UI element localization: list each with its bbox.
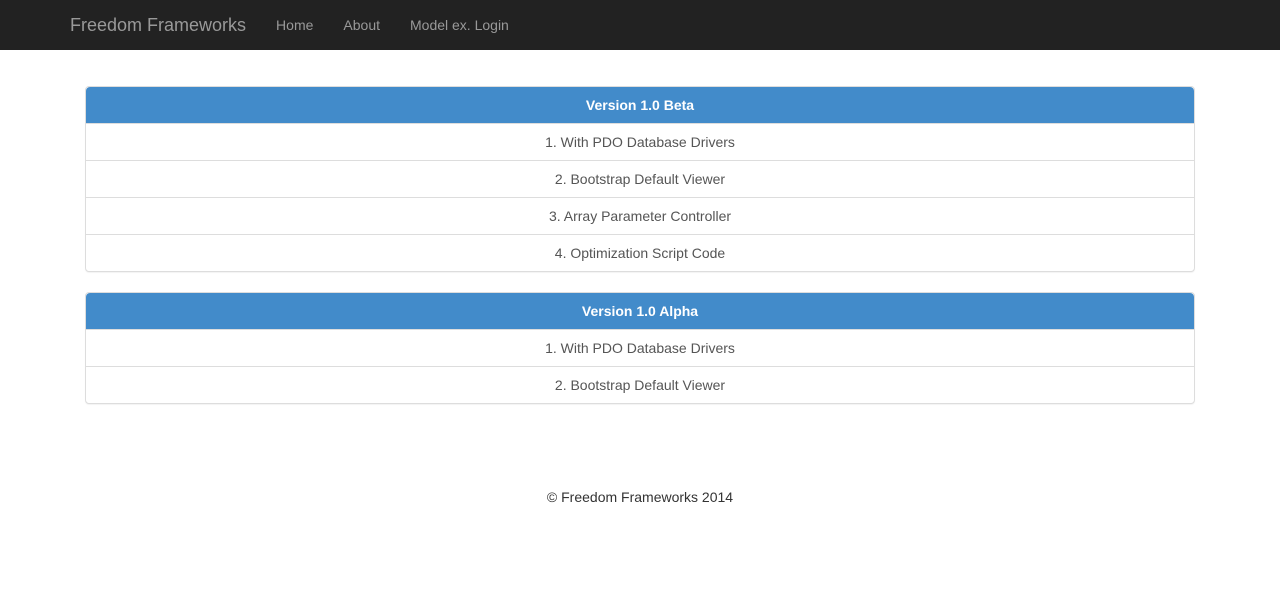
panel-version-beta: Version 1.0 Beta 1. With PDO Database Dr… [85,86,1195,272]
list-item: 1. With PDO Database Drivers [86,123,1194,160]
list-item: 3. Array Parameter Controller [86,197,1194,234]
feature-list: 1. With PDO Database Drivers 2. Bootstra… [86,329,1194,403]
list-item: 4. Optimization Script Code [86,234,1194,271]
nav-link-about[interactable]: About [328,0,395,50]
feature-list: 1. With PDO Database Drivers 2. Bootstra… [86,123,1194,271]
panel-heading: Version 1.0 Beta [86,87,1194,123]
list-item: 1. With PDO Database Drivers [86,329,1194,366]
nav-link-model-ex-login[interactable]: Model ex. Login [395,0,524,50]
panel-version-alpha: Version 1.0 Alpha 1. With PDO Database D… [85,292,1195,404]
nav-link-home[interactable]: Home [261,0,328,50]
panel-heading: Version 1.0 Alpha [86,293,1194,329]
navbar-brand[interactable]: Freedom Frameworks [70,0,261,50]
nav-list: Home About Model ex. Login [261,0,524,50]
list-item: 2. Bootstrap Default Viewer [86,366,1194,403]
navbar: Freedom Frameworks Home About Model ex. … [0,0,1280,50]
list-item: 2. Bootstrap Default Viewer [86,160,1194,197]
footer-text: © Freedom Frameworks 2014 [70,489,1210,505]
